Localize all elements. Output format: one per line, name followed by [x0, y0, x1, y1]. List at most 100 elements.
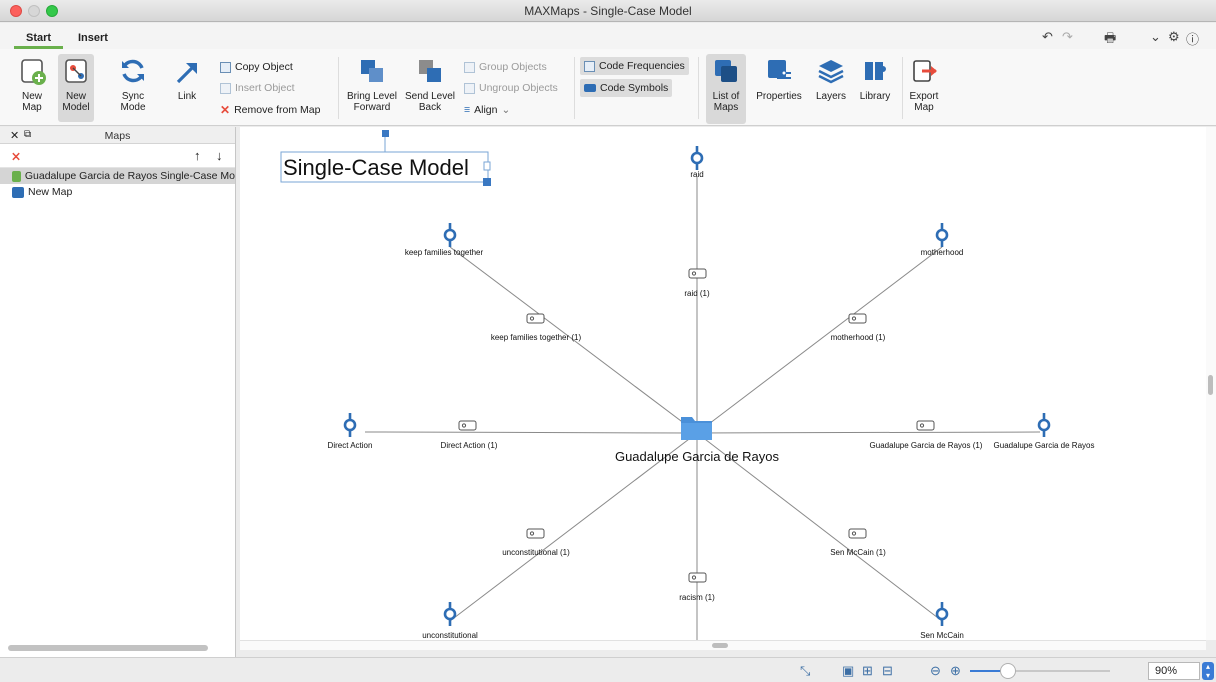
segment-node-keep-families-together[interactable]: keep families together (1) — [491, 313, 582, 342]
segment-node-unconstitutional[interactable]: unconstitutional (1) — [502, 528, 570, 557]
bring-level-forward-button[interactable]: Bring Level Forward — [344, 54, 400, 113]
zoom-slider-track[interactable] — [970, 670, 1110, 672]
panel-horizontal-scrollbar[interactable] — [8, 645, 208, 651]
remove-from-map-button[interactable]: ✕ Remove from Map — [220, 102, 320, 118]
window-title: MAXMaps - Single-Case Model — [524, 4, 692, 18]
insert-object-button[interactable]: Insert Object — [220, 80, 295, 96]
sync-mode-button[interactable]: Sync Mode — [116, 54, 150, 113]
canvas-vertical-scrollbar[interactable] — [1206, 127, 1216, 640]
horizontal-scroll-thumb[interactable] — [712, 643, 728, 648]
segment-node-guadalupe-garcia-de-rayos[interactable]: Guadalupe Garcia de Rayos (1) — [870, 420, 983, 450]
chevron-down-icon: ▾ — [1205, 671, 1210, 680]
fit-window-icon[interactable]: ⊞ — [862, 663, 873, 679]
ribbon-separator — [698, 57, 699, 119]
send-level-back-button[interactable]: Send Level Back — [402, 54, 458, 113]
code-node-guadalupe-garcia-de-rayos[interactable]: Guadalupe Garcia de Rayos — [994, 413, 1095, 450]
new-model-button[interactable]: New Model — [58, 54, 94, 122]
properties-icon — [762, 54, 796, 88]
map-title-group[interactable]: Single-Case Model — [280, 130, 491, 186]
fit-selection-icon[interactable]: ⤡ — [800, 663, 810, 679]
gear-icon[interactable]: ⚙ — [1168, 29, 1180, 45]
properties-label: Properties — [756, 91, 802, 102]
map-list-item-label: New Map — [28, 186, 73, 198]
delete-map-icon[interactable]: ⨯ — [11, 149, 21, 163]
folder-front — [681, 423, 712, 440]
new-map-button[interactable]: New Map — [16, 54, 48, 113]
resize-handle[interactable] — [483, 178, 491, 186]
rotate-handle[interactable] — [382, 130, 389, 137]
maps-panel-header: ✕ ⧉ Maps — [0, 127, 235, 144]
code-symbols-label: Code Symbols — [600, 82, 669, 94]
segment-label: motherhood (1) — [831, 333, 886, 342]
chevron-down-icon[interactable]: ⌄ — [1150, 29, 1161, 45]
fit-width-icon[interactable]: ⊟ — [882, 663, 893, 679]
redo-icon[interactable]: ↷ — [1062, 29, 1073, 45]
ungroup-objects-button[interactable]: Ungroup Objects — [464, 80, 558, 96]
bring-forward-label-1: Bring Level — [346, 91, 398, 102]
code-frequencies-button[interactable]: Code Frequencies — [580, 57, 689, 75]
move-down-icon[interactable]: ↓ — [216, 148, 223, 163]
segment-label: racism (1) — [679, 593, 715, 602]
zoom-in-icon[interactable]: ⊕ — [950, 663, 961, 679]
map-list-item[interactable]: New Map — [0, 184, 235, 200]
segment-node-motherhood[interactable]: motherhood (1) — [831, 313, 886, 342]
list-of-maps-button[interactable]: List of Maps — [706, 54, 746, 124]
code-node-keep-families-together[interactable]: keep families together — [405, 223, 484, 257]
layers-label: Layers — [815, 91, 846, 102]
help-icon[interactable]: ⓘ — [1186, 29, 1199, 48]
layers-button[interactable]: Layers — [812, 54, 850, 102]
code-label: unconstitutional — [422, 631, 478, 640]
actual-size-icon[interactable]: ▣ — [842, 663, 854, 679]
segment-node-sen-mccain[interactable]: Sen McCain (1) — [830, 528, 886, 557]
title-bar: MAXMaps - Single-Case Model — [0, 0, 1216, 22]
insert-object-icon — [220, 82, 231, 94]
code-node-sen-mccain[interactable]: Sen McCain — [920, 602, 964, 640]
link-button[interactable]: Link — [170, 54, 204, 102]
segment-node-direct-action[interactable]: Direct Action (1) — [441, 420, 498, 450]
ribbon: New Map New Model Sync Mode Link Copy Ob… — [0, 49, 1216, 126]
new-map-icon — [16, 54, 50, 88]
ribbon-separator — [902, 57, 903, 119]
document-label: Guadalupe Garcia de Rayos — [615, 449, 780, 464]
tab-start[interactable]: Start — [14, 27, 64, 49]
code-symbols-button[interactable]: Code Symbols — [580, 79, 673, 97]
map-canvas[interactable]: Single-Case Model raid keep families tog… — [240, 127, 1206, 640]
group-objects-button[interactable]: Group Objects — [464, 59, 547, 75]
zoom-out-icon[interactable]: ⊖ — [930, 663, 941, 679]
code-node-direct-action[interactable]: Direct Action — [328, 413, 373, 450]
move-up-icon[interactable]: ↑ — [194, 148, 201, 163]
map-edges — [364, 176, 1041, 640]
zoom-stepper[interactable]: ▴ ▾ — [1202, 662, 1214, 680]
align-button[interactable]: ≡ Align ⌄ — [464, 102, 510, 118]
send-back-icon — [413, 54, 447, 88]
new-model-label-2: Model — [62, 102, 90, 113]
undo-icon[interactable]: ↶ — [1042, 29, 1053, 45]
library-button[interactable]: Library — [854, 54, 896, 102]
sync-icon — [116, 54, 150, 88]
copy-object-button[interactable]: Copy Object — [220, 59, 293, 75]
zoom-slider-knob[interactable] — [1000, 663, 1016, 679]
tab-insert[interactable]: Insert — [66, 27, 120, 49]
resize-handle[interactable] — [483, 161, 491, 171]
status-bar: ⤡ ▣ ⊞ ⊟ ⊖ ⊕ 90% ▴ ▾ — [0, 657, 1216, 682]
link-arrow-icon — [170, 54, 204, 88]
map-list-item[interactable]: Guadalupe Garcia de Rayos Single-Case Mo — [0, 168, 235, 184]
properties-button[interactable]: Properties — [752, 54, 806, 102]
code-node-unconstitutional[interactable]: unconstitutional — [422, 602, 478, 640]
sync-mode-label-1: Sync — [121, 91, 145, 102]
code-node-raid[interactable]: raid — [690, 146, 704, 179]
export-map-button[interactable]: Export Map — [908, 54, 940, 113]
list-of-maps-label-1: List of — [712, 91, 740, 102]
copy-object-label: Copy Object — [235, 61, 293, 73]
vertical-scroll-thumb[interactable] — [1208, 375, 1213, 395]
canvas-horizontal-scrollbar[interactable] — [240, 640, 1206, 650]
bring-forward-icon — [355, 54, 389, 88]
segment-label: Guadalupe Garcia de Rayos (1) — [870, 441, 983, 450]
list-of-maps-label-2: Maps — [713, 102, 739, 113]
zoom-level-field[interactable]: 90% — [1148, 662, 1200, 680]
code-node-motherhood[interactable]: motherhood — [921, 223, 964, 257]
map-icon — [12, 186, 24, 198]
segment-label: Direct Action (1) — [441, 441, 498, 450]
bring-forward-label-2: Forward — [353, 102, 391, 113]
print-icon[interactable]: 🖶 — [1104, 29, 1116, 51]
